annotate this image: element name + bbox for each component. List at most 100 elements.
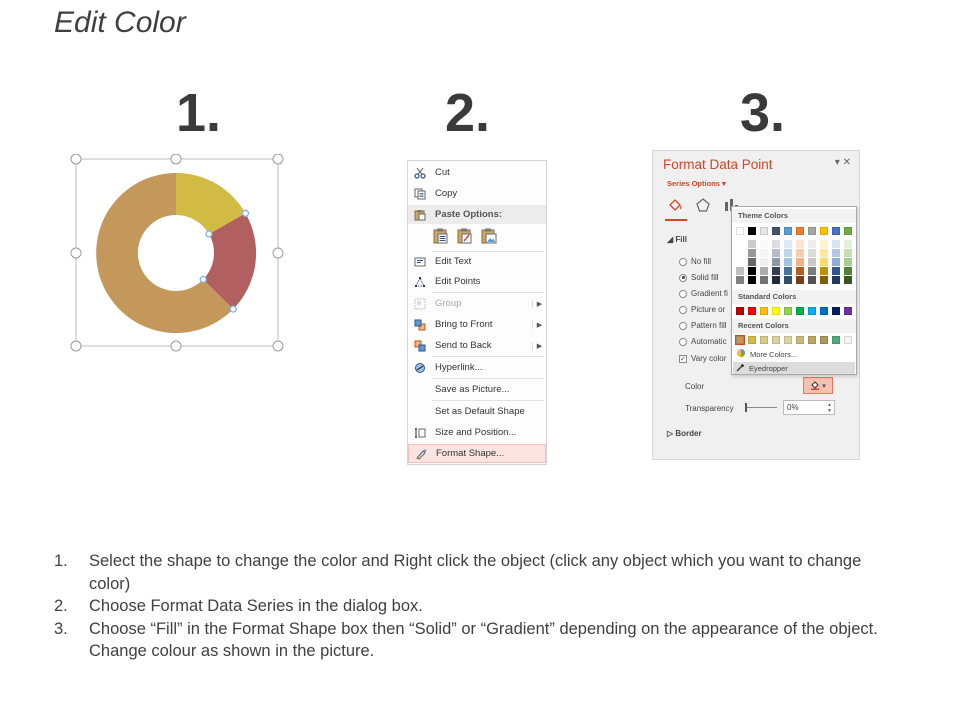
shade-swatch[interactable] <box>820 240 828 248</box>
shade-swatch[interactable] <box>784 258 792 266</box>
shade-swatch[interactable] <box>844 249 852 257</box>
paste-picture-icon[interactable] <box>480 227 498 248</box>
resize-handle[interactable] <box>70 154 82 165</box>
menu-item-cut[interactable]: Cut <box>408 163 546 182</box>
option-gradient-fill[interactable]: Gradient fi <box>679 289 728 298</box>
resize-handle[interactable] <box>70 340 82 352</box>
shade-swatch[interactable] <box>772 276 780 284</box>
shade-swatch[interactable] <box>808 276 816 284</box>
close-icon[interactable]: ✕ <box>843 157 851 168</box>
series-options-dropdown[interactable]: Series Options ▾ <box>667 179 726 188</box>
shade-swatch[interactable] <box>844 267 852 275</box>
resize-handle[interactable] <box>170 154 182 165</box>
theme-color-swatch[interactable] <box>736 227 744 235</box>
theme-color-swatch[interactable] <box>844 227 852 235</box>
transparency-input[interactable]: 0% ▲ ▼ <box>783 400 835 415</box>
shade-swatch[interactable] <box>808 240 816 248</box>
recent-color-swatch[interactable] <box>808 336 816 344</box>
theme-color-swatch[interactable] <box>784 227 792 235</box>
resize-handle[interactable] <box>272 340 284 352</box>
shade-swatch[interactable] <box>748 267 756 275</box>
recent-color-swatch[interactable] <box>784 336 792 344</box>
option-automatic[interactable]: Automatic <box>679 337 727 346</box>
option-no-fill[interactable]: No fill <box>679 257 711 266</box>
standard-color-swatch[interactable] <box>748 307 756 315</box>
eyedropper-item[interactable]: Eyedropper <box>733 362 855 374</box>
resize-handle[interactable] <box>272 247 284 259</box>
option-solid-fill[interactable]: Solid fill <box>679 273 719 282</box>
paste-keep-formatting-icon[interactable] <box>432 227 450 248</box>
color-picker-button[interactable]: ▾ <box>803 377 833 394</box>
shade-swatch[interactable] <box>784 267 792 275</box>
resize-handle[interactable] <box>272 154 284 165</box>
menu-item-send-to-back[interactable]: Send to Back ▶ <box>408 336 546 355</box>
recent-color-swatch[interactable] <box>796 336 804 344</box>
recent-color-swatch[interactable] <box>844 336 852 344</box>
standard-color-swatch[interactable] <box>808 307 816 315</box>
shade-swatch[interactable] <box>832 249 840 257</box>
shade-swatch[interactable] <box>760 276 768 284</box>
shade-swatch[interactable] <box>820 267 828 275</box>
menu-item-bring-to-front[interactable]: Bring to Front ▶ <box>408 315 546 334</box>
shade-swatch[interactable] <box>784 240 792 248</box>
shade-swatch[interactable] <box>820 276 828 284</box>
theme-color-swatch[interactable] <box>808 227 816 235</box>
menu-item-edit-points[interactable]: Edit Points <box>408 272 546 291</box>
radio-pattern-fill[interactable] <box>679 321 687 330</box>
shade-swatch[interactable] <box>748 258 756 266</box>
theme-color-swatch[interactable] <box>760 227 768 235</box>
shade-swatch[interactable] <box>832 258 840 266</box>
recent-color-swatch[interactable] <box>735 335 745 345</box>
shade-swatch[interactable] <box>736 249 744 257</box>
menu-item-size-and-position[interactable]: Size and Position... <box>408 423 546 442</box>
paste-destination-theme-icon[interactable] <box>456 227 474 248</box>
shade-swatch[interactable] <box>772 258 780 266</box>
shade-swatch[interactable] <box>808 267 816 275</box>
shade-swatch[interactable] <box>820 249 828 257</box>
shade-swatch[interactable] <box>760 267 768 275</box>
shade-swatch[interactable] <box>760 258 768 266</box>
transparency-slider-handle[interactable] <box>745 403 747 412</box>
shade-swatch[interactable] <box>736 267 744 275</box>
menu-item-set-default-shape[interactable]: Set as Default Shape <box>408 402 546 421</box>
standard-color-swatch[interactable] <box>820 307 828 315</box>
shade-swatch[interactable] <box>820 258 828 266</box>
theme-color-swatch[interactable] <box>832 227 840 235</box>
recent-color-swatch[interactable] <box>748 336 756 344</box>
resize-handle[interactable] <box>170 340 182 352</box>
theme-color-swatch[interactable] <box>796 227 804 235</box>
theme-color-swatch[interactable] <box>772 227 780 235</box>
shade-swatch[interactable] <box>748 240 756 248</box>
theme-color-swatch[interactable] <box>820 227 828 235</box>
shade-swatch[interactable] <box>832 276 840 284</box>
menu-item-format-shape[interactable]: Format Shape... <box>408 444 546 463</box>
shade-swatch[interactable] <box>796 258 804 266</box>
shade-swatch[interactable] <box>760 249 768 257</box>
radio-automatic[interactable] <box>679 337 687 346</box>
standard-color-swatch[interactable] <box>796 307 804 315</box>
shade-swatch[interactable] <box>760 240 768 248</box>
shade-swatch[interactable] <box>772 240 780 248</box>
shade-swatch[interactable] <box>844 276 852 284</box>
shade-swatch[interactable] <box>808 258 816 266</box>
shade-swatch[interactable] <box>808 249 816 257</box>
radio-no-fill[interactable] <box>679 257 687 266</box>
option-picture-fill[interactable]: Picture or <box>679 305 725 314</box>
shade-swatch[interactable] <box>796 240 804 248</box>
recent-color-swatch[interactable] <box>772 336 780 344</box>
menu-item-copy[interactable]: Copy <box>408 184 546 203</box>
recent-color-swatch[interactable] <box>760 336 768 344</box>
shade-swatch[interactable] <box>796 276 804 284</box>
standard-color-swatch[interactable] <box>832 307 840 315</box>
checkbox-vary-colors[interactable]: ✓ <box>679 354 687 363</box>
shade-swatch[interactable] <box>736 258 744 266</box>
shade-swatch[interactable] <box>748 276 756 284</box>
recent-color-swatch[interactable] <box>820 336 828 344</box>
shade-swatch[interactable] <box>736 240 744 248</box>
shade-swatch[interactable] <box>784 249 792 257</box>
shade-swatch[interactable] <box>736 276 744 284</box>
standard-color-swatch[interactable] <box>784 307 792 315</box>
standard-color-swatch[interactable] <box>760 307 768 315</box>
spinner-arrows-icon[interactable]: ▲ ▼ <box>827 402 832 414</box>
shade-swatch[interactable] <box>832 240 840 248</box>
